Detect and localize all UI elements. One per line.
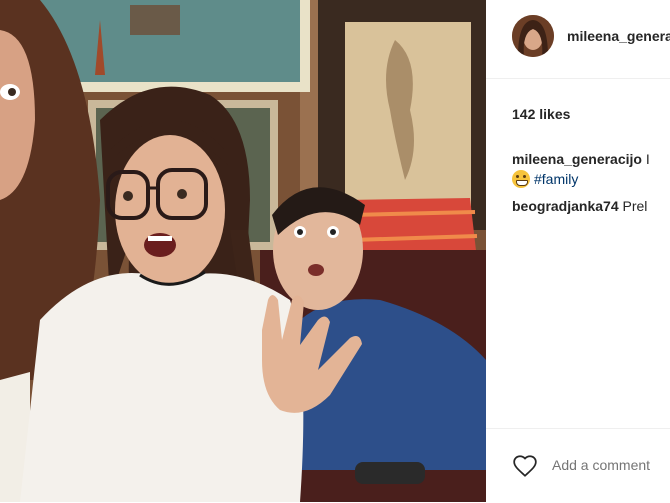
hashtag-family[interactable]: #family (534, 171, 578, 187)
comment-username[interactable]: beogradjanka74 (512, 198, 619, 214)
post-sidebar: mileena_generacijo 142 likes mileena_gen… (486, 0, 670, 502)
caption-username[interactable]: mileena_generacijo (512, 151, 642, 167)
heart-outline-icon[interactable] (512, 453, 538, 479)
comment-text: Prel (618, 198, 648, 214)
comment-bar (486, 428, 670, 503)
post-caption: mileena_generacijo I #family (512, 149, 670, 189)
header-username[interactable]: mileena_generacijo (567, 28, 670, 44)
post-photo[interactable] (0, 0, 486, 502)
caption-text: I (641, 151, 650, 167)
post-header: mileena_generacijo (486, 0, 670, 79)
avatar[interactable] (512, 15, 554, 57)
grinning-face-emoji-icon (512, 170, 530, 188)
comment-item: beogradjanka74 Prel (512, 198, 647, 214)
add-comment-input[interactable] (552, 453, 670, 477)
likes-count[interactable]: 142 likes (512, 106, 570, 122)
